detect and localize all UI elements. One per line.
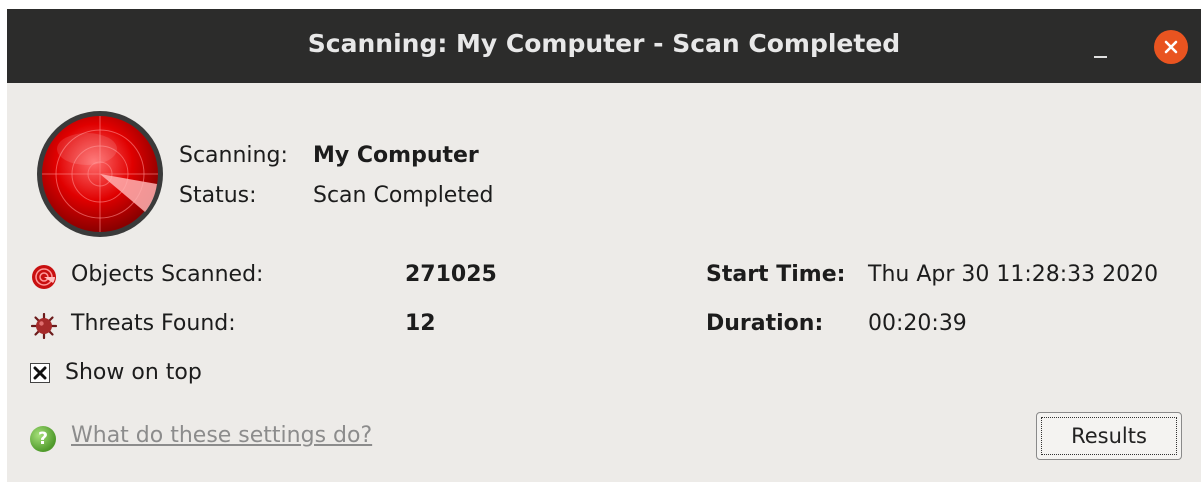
scanning-label: Scanning:	[179, 143, 288, 168]
show-on-top-checkbox[interactable]	[30, 363, 50, 383]
threats-found-value: 12	[405, 311, 436, 336]
objects-scanned-value: 271025	[405, 262, 497, 287]
radar-icon	[37, 111, 163, 237]
scan-window: Scanning: My Computer - Scan Completed S…	[7, 9, 1201, 482]
show-on-top-label[interactable]: Show on top	[65, 360, 202, 385]
duration-label: Duration:	[706, 311, 824, 336]
help-icon: ?	[30, 426, 56, 452]
start-time-value: Thu Apr 30 11:28:33 2020	[868, 262, 1159, 287]
status-label: Status:	[179, 183, 257, 208]
status-value: Scan Completed	[313, 183, 494, 208]
virus-icon	[31, 313, 57, 339]
start-time-label: Start Time:	[706, 262, 846, 287]
objects-scanned-label: Objects Scanned:	[71, 262, 264, 287]
scanning-value: My Computer	[313, 143, 479, 168]
results-button-label: Results	[1071, 424, 1147, 448]
minimize-icon[interactable]	[1089, 39, 1113, 63]
results-button[interactable]: Results	[1036, 412, 1182, 460]
title-bar[interactable]: Scanning: My Computer - Scan Completed	[7, 9, 1201, 83]
duration-value: 00:20:39	[868, 311, 967, 336]
window-title: Scanning: My Computer - Scan Completed	[307, 29, 901, 58]
help-link[interactable]: What do these settings do?	[71, 423, 372, 448]
check-icon	[33, 366, 47, 380]
threats-found-label: Threats Found:	[71, 311, 236, 336]
objects-scanned-icon	[32, 265, 56, 289]
close-icon[interactable]	[1154, 30, 1188, 64]
